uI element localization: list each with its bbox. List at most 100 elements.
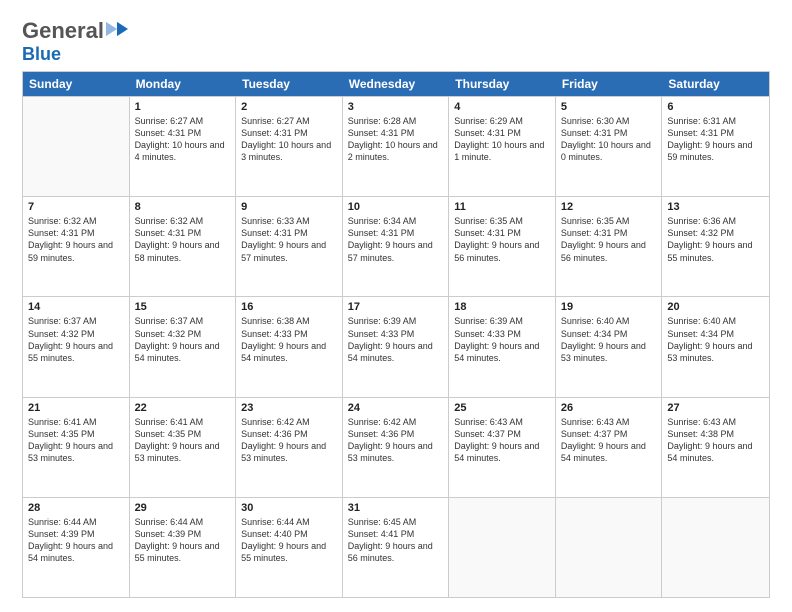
page: General Blue SundayMondayTuesdayWednesda… [0,0,792,612]
cell-info-line: Daylight: 10 hours and 3 minutes. [241,139,337,163]
day-number: 13 [667,201,764,213]
cell-info-line: Sunrise: 6:42 AM [348,416,444,428]
cell-info-line: Daylight: 9 hours and 53 minutes. [348,440,444,464]
calendar-cell: 17Sunrise: 6:39 AMSunset: 4:33 PMDayligh… [343,297,450,396]
calendar-cell: 2Sunrise: 6:27 AMSunset: 4:31 PMDaylight… [236,97,343,196]
cell-info-line: Daylight: 9 hours and 54 minutes. [135,340,231,364]
cell-info-line: Sunrise: 6:36 AM [667,215,764,227]
cell-info-line: Sunrise: 6:27 AM [135,115,231,127]
weekday-header-thursday: Thursday [449,72,556,96]
cell-info-line: Sunrise: 6:44 AM [28,516,124,528]
day-number: 12 [561,201,657,213]
calendar-cell: 10Sunrise: 6:34 AMSunset: 4:31 PMDayligh… [343,197,450,296]
cell-info-line: Sunrise: 6:44 AM [135,516,231,528]
calendar-cell: 28Sunrise: 6:44 AMSunset: 4:39 PMDayligh… [23,498,130,597]
calendar-cell: 15Sunrise: 6:37 AMSunset: 4:32 PMDayligh… [130,297,237,396]
day-number: 5 [561,101,657,113]
calendar-header: SundayMondayTuesdayWednesdayThursdayFrid… [23,72,769,96]
cell-info-line: Sunset: 4:33 PM [241,328,337,340]
day-number: 21 [28,402,124,414]
cell-info-line: Sunrise: 6:40 AM [561,315,657,327]
cell-info-line: Daylight: 9 hours and 54 minutes. [561,440,657,464]
cell-info-line: Sunset: 4:31 PM [28,227,124,239]
cell-info-line: Sunrise: 6:35 AM [561,215,657,227]
cell-info-line: Daylight: 9 hours and 53 minutes. [667,340,764,364]
logo: General Blue [22,18,128,65]
cell-info-line: Sunset: 4:31 PM [241,227,337,239]
calendar-row-2: 7Sunrise: 6:32 AMSunset: 4:31 PMDaylight… [23,196,769,296]
day-number: 26 [561,402,657,414]
cell-info-line: Daylight: 9 hours and 54 minutes. [28,540,124,564]
cell-info-line: Daylight: 9 hours and 54 minutes. [241,340,337,364]
cell-info-line: Sunset: 4:31 PM [135,227,231,239]
header: General Blue [22,18,770,65]
cell-info-line: Sunrise: 6:30 AM [561,115,657,127]
cell-info-line: Sunset: 4:31 PM [561,227,657,239]
cell-info-line: Sunset: 4:31 PM [454,227,550,239]
cell-info-line: Daylight: 9 hours and 53 minutes. [135,440,231,464]
cell-info-line: Daylight: 9 hours and 59 minutes. [28,239,124,263]
calendar-body: 1Sunrise: 6:27 AMSunset: 4:31 PMDaylight… [23,96,769,597]
cell-info-line: Daylight: 10 hours and 2 minutes. [348,139,444,163]
weekday-header-friday: Friday [556,72,663,96]
calendar-cell: 1Sunrise: 6:27 AMSunset: 4:31 PMDaylight… [130,97,237,196]
cell-info-line: Sunset: 4:38 PM [667,428,764,440]
cell-info-line: Daylight: 9 hours and 54 minutes. [667,440,764,464]
cell-info-line: Sunrise: 6:45 AM [348,516,444,528]
cell-info-line: Daylight: 9 hours and 57 minutes. [348,239,444,263]
calendar-cell: 14Sunrise: 6:37 AMSunset: 4:32 PMDayligh… [23,297,130,396]
calendar-cell: 27Sunrise: 6:43 AMSunset: 4:38 PMDayligh… [662,398,769,497]
cell-info-line: Sunrise: 6:41 AM [28,416,124,428]
cell-info-line: Sunset: 4:32 PM [667,227,764,239]
cell-info-line: Sunrise: 6:42 AM [241,416,337,428]
day-number: 3 [348,101,444,113]
cell-info-line: Daylight: 9 hours and 53 minutes. [28,440,124,464]
logo-general-text: General [22,18,104,44]
cell-info-line: Sunset: 4:39 PM [135,528,231,540]
cell-info-line: Daylight: 9 hours and 57 minutes. [241,239,337,263]
cell-info-line: Daylight: 9 hours and 56 minutes. [454,239,550,263]
day-number: 4 [454,101,550,113]
cell-info-line: Sunrise: 6:40 AM [667,315,764,327]
weekday-header-sunday: Sunday [23,72,130,96]
day-number: 1 [135,101,231,113]
calendar-cell: 19Sunrise: 6:40 AMSunset: 4:34 PMDayligh… [556,297,663,396]
cell-info-line: Sunset: 4:32 PM [28,328,124,340]
cell-info-line: Daylight: 9 hours and 54 minutes. [454,440,550,464]
logo-blue-text: Blue [22,44,61,64]
day-number: 25 [454,402,550,414]
calendar-cell: 25Sunrise: 6:43 AMSunset: 4:37 PMDayligh… [449,398,556,497]
cell-info-line: Sunrise: 6:44 AM [241,516,337,528]
cell-info-line: Sunset: 4:34 PM [561,328,657,340]
day-number: 14 [28,301,124,313]
calendar-cell: 11Sunrise: 6:35 AMSunset: 4:31 PMDayligh… [449,197,556,296]
weekday-header-monday: Monday [130,72,237,96]
day-number: 20 [667,301,764,313]
day-number: 8 [135,201,231,213]
cell-info-line: Sunset: 4:35 PM [28,428,124,440]
cell-info-line: Daylight: 9 hours and 56 minutes. [348,540,444,564]
cell-info-line: Sunrise: 6:38 AM [241,315,337,327]
cell-info-line: Sunrise: 6:43 AM [561,416,657,428]
calendar-cell: 21 Sunrise: 6:41 AMSunset: 4:35 PMDayligh… [23,398,130,497]
day-number: 2 [241,101,337,113]
cell-info-line: Sunset: 4:33 PM [454,328,550,340]
calendar-cell: 6Sunrise: 6:31 AMSunset: 4:31 PMDaylight… [662,97,769,196]
calendar-cell: 3Sunrise: 6:28 AMSunset: 4:31 PMDaylight… [343,97,450,196]
cell-info-line: Sunrise: 6:34 AM [348,215,444,227]
weekday-header-saturday: Saturday [662,72,769,96]
cell-info-line: Sunset: 4:31 PM [135,127,231,139]
day-number: 31 [348,502,444,514]
cell-info-line: Sunrise: 6:43 AM [454,416,550,428]
cell-info-line: Sunrise: 6:32 AM [135,215,231,227]
cell-info-line: Daylight: 9 hours and 59 minutes. [667,139,764,163]
cell-info-line: Daylight: 9 hours and 53 minutes. [561,340,657,364]
calendar-cell [449,498,556,597]
cell-info-line: Sunrise: 6:35 AM [454,215,550,227]
calendar-cell: 30Sunrise: 6:44 AMSunset: 4:40 PMDayligh… [236,498,343,597]
cell-info-line: Sunset: 4:31 PM [348,227,444,239]
cell-info-line: Sunset: 4:39 PM [28,528,124,540]
cell-info-line: Sunrise: 6:29 AM [454,115,550,127]
cell-info-line: Daylight: 9 hours and 55 minutes. [135,540,231,564]
calendar-row-3: 14Sunrise: 6:37 AMSunset: 4:32 PMDayligh… [23,296,769,396]
